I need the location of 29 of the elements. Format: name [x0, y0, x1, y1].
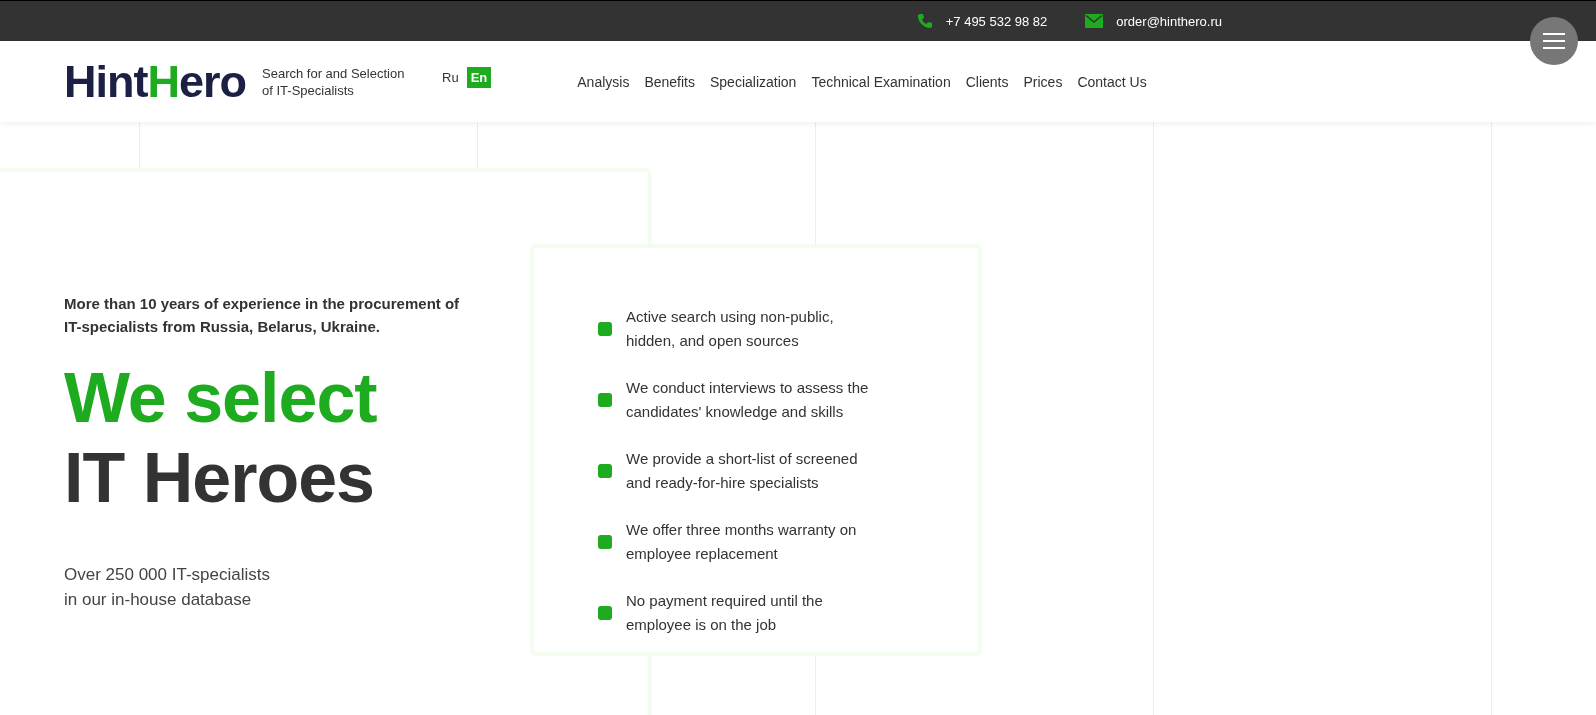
envelope-icon: [1085, 14, 1104, 28]
bullet-icon: [598, 606, 612, 620]
nav-link[interactable]: Analysis: [577, 73, 630, 90]
headline: We select: [64, 358, 378, 438]
phone-number[interactable]: +7 495 532 98 82: [945, 13, 1048, 29]
nav-link[interactable]: Prices: [1023, 73, 1063, 90]
headline: IT Heroes: [64, 438, 375, 518]
feature-text: No payment required until the employee is on the job: [626, 591, 824, 635]
nav-link[interactable]: Specialization: [710, 73, 797, 90]
bullet-icon: [598, 535, 612, 549]
bullet-icon: [598, 393, 612, 407]
feature-text: We provide a short-list of screened and ready-for-hire specialists: [626, 449, 859, 493]
tagline: Search for and Selection of IT-Specialists: [262, 64, 406, 99]
logo[interactable]: HintHero: [64, 55, 246, 108]
feature-text: Active search using non-public, hidden, and open sources: [626, 307, 835, 351]
menu-icon: [1543, 33, 1565, 49]
nav-link[interactable]: Clients: [965, 73, 1009, 90]
language-option[interactable]: Ru: [438, 67, 463, 88]
nav-link[interactable]: Contact Us: [1077, 73, 1147, 90]
bullet-icon: [598, 464, 612, 478]
database-note: Over 250 000 IT-specialists in our in-house database: [64, 564, 271, 611]
feature-text: We offer three months warranty on employee replacement: [626, 520, 858, 564]
email-link[interactable]: order@hinthero.ru: [1116, 13, 1222, 29]
feature-text: We conduct interviews to assess the candidates' knowledge and skills: [626, 378, 870, 422]
intro-text: More than 10 years of experience in the procurement of IT-specialists from Russia, Belarus, Ukraine.: [64, 294, 461, 337]
nav-link[interactable]: Benefits: [644, 73, 695, 90]
bullet-icon: [598, 322, 612, 336]
nav-link[interactable]: Technical Examination: [811, 73, 951, 90]
phone-icon: [916, 13, 933, 29]
